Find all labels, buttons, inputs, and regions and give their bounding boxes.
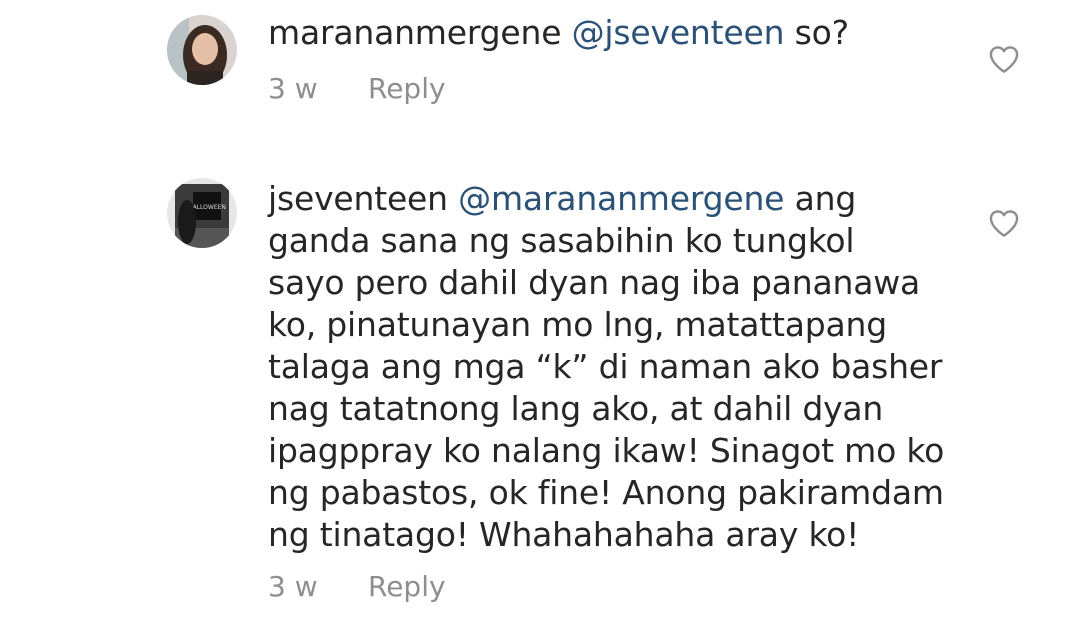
comment-line: ipagppray ko nalang ikaw! Sinagot mo ko bbox=[268, 431, 945, 470]
comment-body: jseventeen @marananmergene ang ganda san… bbox=[268, 178, 948, 556]
comment-body: marananmergene @jseventeen so? bbox=[268, 12, 948, 54]
heart-icon[interactable] bbox=[988, 44, 1020, 74]
comment-line: ng tinatago! Whahahahaha aray ko! bbox=[268, 515, 860, 554]
comment-line: talaga ang mga “k” di naman ako basher bbox=[268, 347, 943, 386]
comment-first-line: jseventeen @marananmergene ang bbox=[268, 178, 948, 220]
comment-timestamp: 3 w bbox=[268, 570, 318, 603]
avatar-photo bbox=[167, 15, 237, 85]
comment-message: so? bbox=[784, 13, 850, 52]
comment-timestamp: 3 w bbox=[268, 72, 318, 105]
comment-username[interactable]: jseventeen bbox=[268, 179, 448, 218]
comment-line: ganda sana ng sasabihin ko tungkol bbox=[268, 221, 855, 260]
comment-message: ang bbox=[784, 179, 857, 218]
comment-meta: 3 w Reply bbox=[268, 72, 446, 105]
avatar-photo: HALLOWEEN bbox=[167, 178, 237, 248]
comment-mention[interactable]: @marananmergene bbox=[458, 179, 784, 218]
comment-item: HALLOWEEN jseventeen @marananmergene ang… bbox=[0, 168, 1074, 631]
comment-line: ko, pinatunayan mo lng, matattapang bbox=[268, 305, 888, 344]
heart-icon[interactable] bbox=[988, 208, 1020, 238]
comment-item: marananmergene @jseventeen so? 3 w Reply bbox=[0, 0, 1074, 150]
comment-text: marananmergene @jseventeen so? bbox=[268, 12, 948, 54]
comment-meta: 3 w Reply bbox=[268, 570, 446, 603]
avatar[interactable] bbox=[167, 15, 237, 85]
avatar[interactable]: HALLOWEEN bbox=[167, 178, 237, 248]
comment-mention[interactable]: @jseventeen bbox=[572, 13, 785, 52]
comment-username[interactable]: marananmergene bbox=[268, 13, 562, 52]
comment-line: nag tatatnong lang ako, at dahil dyan bbox=[268, 389, 884, 428]
reply-button[interactable]: Reply bbox=[368, 72, 446, 105]
reply-button[interactable]: Reply bbox=[368, 570, 446, 603]
comment-line: sayo pero dahil dyan nag iba pananawa bbox=[268, 263, 921, 302]
comment-text: jseventeen @marananmergene ang ganda san… bbox=[268, 178, 948, 556]
comment-line: ng pabastos, ok fine! Anong pakiramdam bbox=[268, 473, 944, 512]
